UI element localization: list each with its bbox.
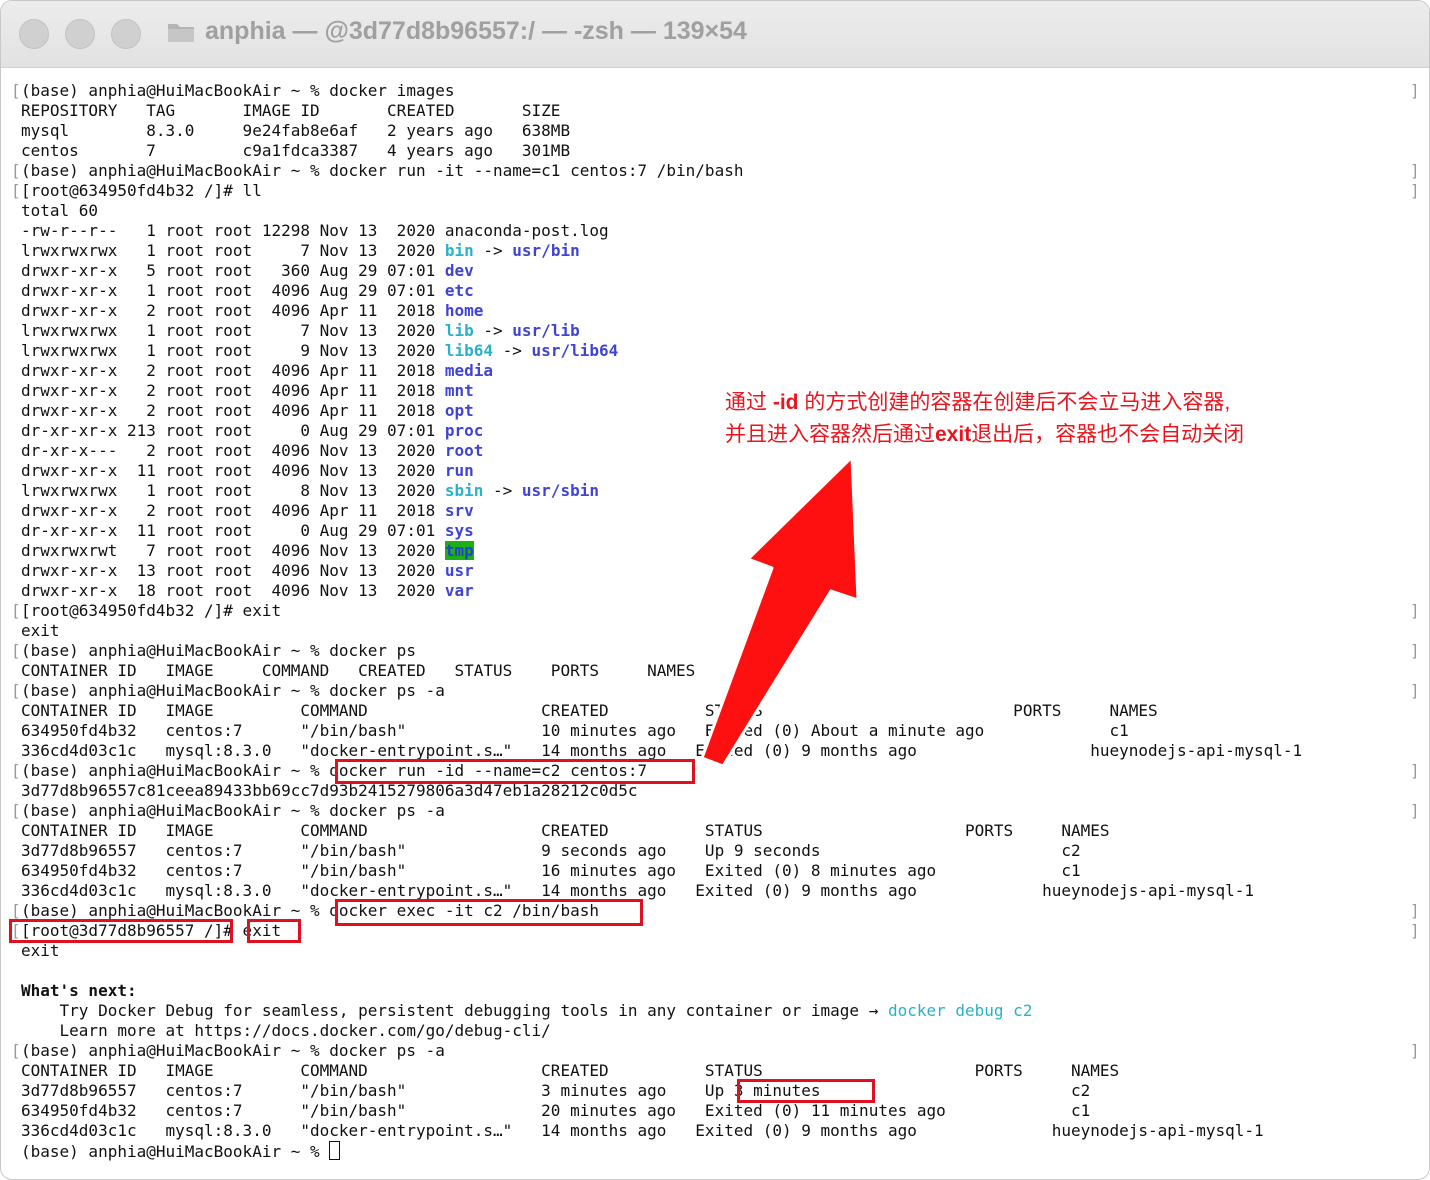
annotation-line-1: 通过 -id 的方式创建的容器在创建后不会立马进入容器, <box>725 391 1231 414</box>
annotation-arrow <box>700 455 860 768</box>
annotation-line-2: 并且进入容器然后通过exit退出后，容器也不会自动关闭 <box>725 423 1245 446</box>
terminal-window: anphia — @3d77d8b96557:/ — -zsh — 139×54… <box>0 0 1430 1180</box>
annotation-text: 通过 -id 的方式创建的容器在创建后不会立马进入容器, 并且进入容器然后通过e… <box>725 387 1244 451</box>
